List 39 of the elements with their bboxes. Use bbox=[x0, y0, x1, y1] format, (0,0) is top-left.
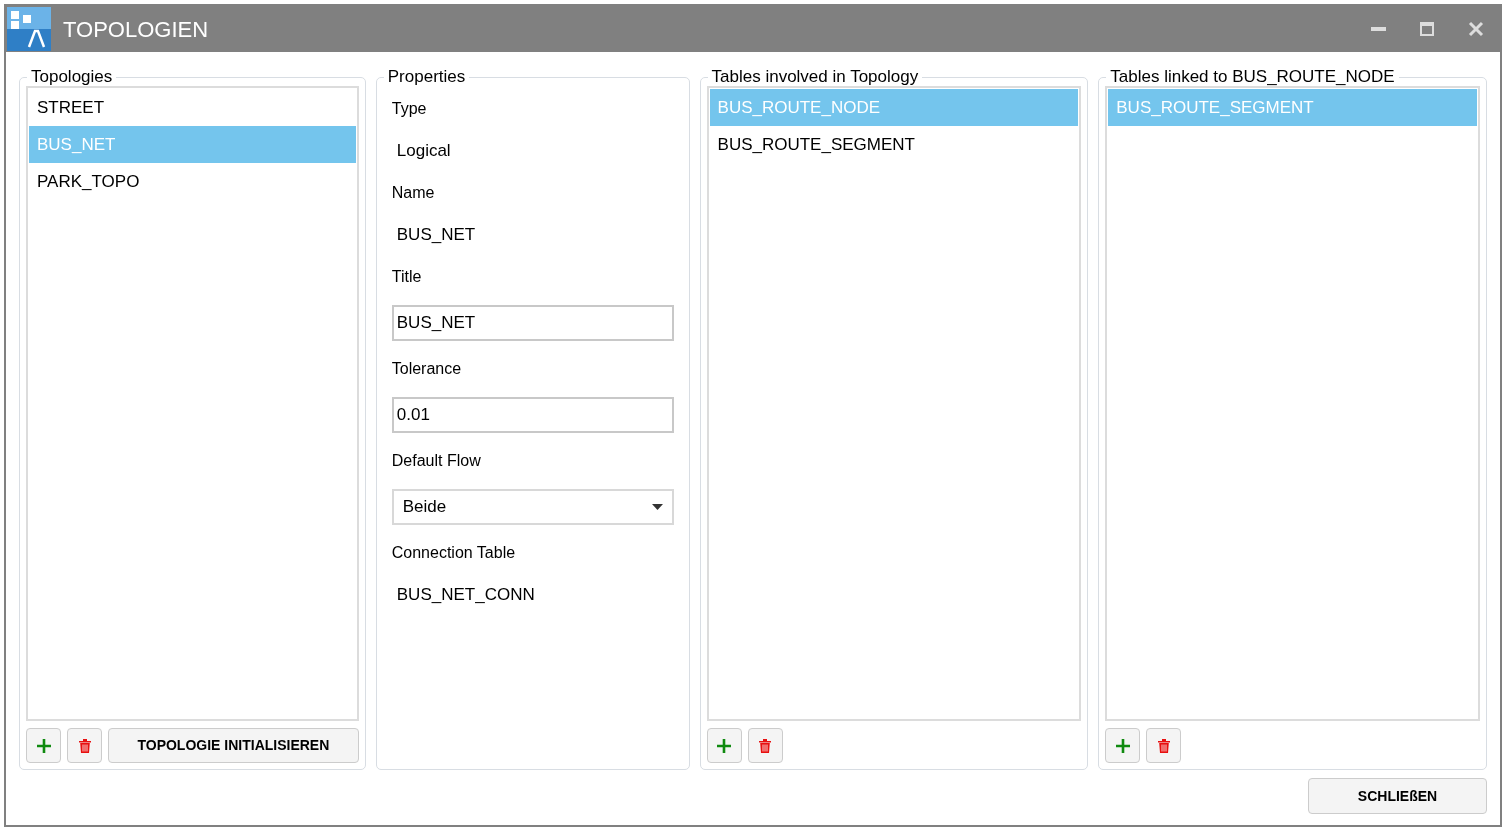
plus-icon bbox=[35, 737, 52, 754]
field-value: Logical bbox=[395, 140, 452, 163]
input-field[interactable]: BUS_NET bbox=[391, 305, 674, 341]
list-item[interactable]: PARK_TOPO bbox=[29, 163, 356, 200]
plus-icon bbox=[1114, 737, 1131, 754]
delete-button[interactable] bbox=[747, 728, 783, 763]
input-field[interactable]: 0.01 bbox=[391, 397, 674, 433]
field-label: Tolerance bbox=[391, 359, 463, 379]
group-title: Tables linked to BUS_ROUTE_NODE bbox=[1109, 68, 1396, 86]
delete-button[interactable] bbox=[67, 728, 102, 763]
list-item[interactable]: STREET bbox=[29, 89, 356, 126]
window-title: TOPOLOGIEN bbox=[63, 15, 209, 44]
caret-icon bbox=[651, 504, 663, 510]
field-label: Default Flow bbox=[391, 451, 482, 471]
plus-icon bbox=[716, 737, 733, 754]
maximize-icon[interactable] bbox=[1420, 22, 1434, 36]
close-icon[interactable] bbox=[1468, 21, 1484, 37]
close-button[interactable]: SCHLIEßEN bbox=[1308, 778, 1487, 814]
list-item[interactable]: BUS_ROUTE_SEGMENT bbox=[709, 126, 1079, 163]
field-value: BUS_NET_CONN bbox=[395, 584, 536, 607]
field-value: BUS_NET bbox=[395, 224, 477, 247]
delete-button[interactable] bbox=[1146, 728, 1182, 763]
app-logo-icon bbox=[7, 7, 51, 51]
trash-icon bbox=[1157, 738, 1170, 753]
trash-icon bbox=[759, 738, 772, 753]
trash-icon bbox=[78, 738, 91, 753]
dropdown-field[interactable]: Beide bbox=[391, 489, 674, 525]
add-button[interactable] bbox=[1105, 728, 1141, 763]
add-button[interactable] bbox=[26, 728, 61, 763]
initialize-button[interactable]: TOPOLOGIE INITIALISIEREN bbox=[108, 728, 359, 763]
group-title: Properties bbox=[386, 68, 467, 86]
dropdown-value: Beide bbox=[402, 496, 447, 519]
field-label: Connection Table bbox=[391, 543, 517, 563]
field-label: Title bbox=[391, 267, 423, 287]
add-button[interactable] bbox=[706, 728, 742, 763]
field-label: Type bbox=[391, 99, 428, 119]
field-label: Name bbox=[391, 183, 436, 203]
group-title: Tables involved in Topology bbox=[710, 68, 920, 86]
group-title: Topologies bbox=[30, 68, 114, 86]
